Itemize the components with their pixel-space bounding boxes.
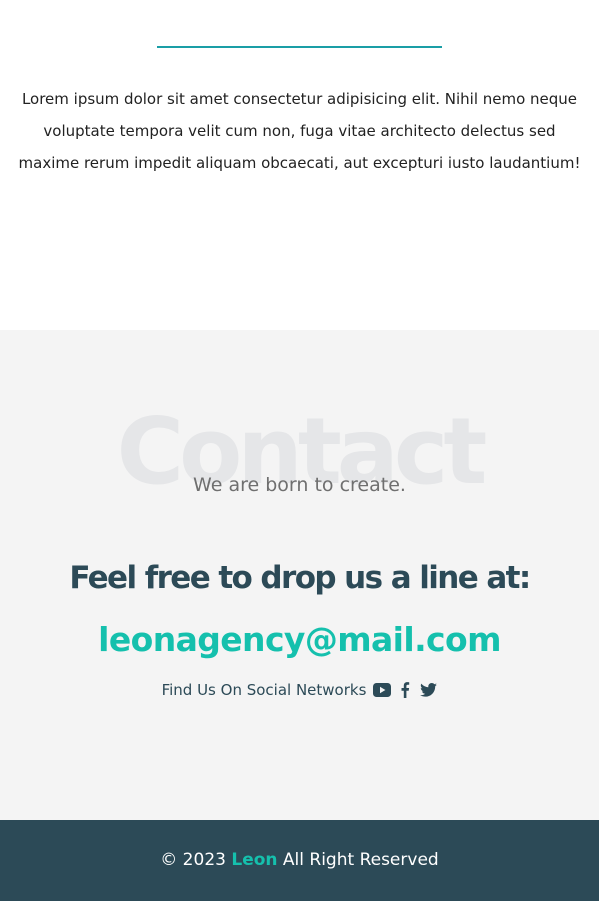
contact-tagline: We are born to create. xyxy=(193,474,406,496)
youtube-icon[interactable] xyxy=(373,681,392,699)
about-text: Lorem ipsum dolor sit amet consectetur a… xyxy=(18,90,581,172)
footer-copyright: © 2023 xyxy=(160,850,226,870)
social-label: Find Us On Social Networks xyxy=(161,681,367,699)
contact-email-link[interactable]: leonagency@mail.com xyxy=(0,618,599,662)
about-section: Lorem ipsum dolor sit amet consectetur a… xyxy=(0,0,599,330)
social-networks: Find Us On Social Networks xyxy=(0,680,599,700)
contact-section: Contact We are born to create. Feel free… xyxy=(0,330,599,820)
facebook-icon[interactable] xyxy=(396,681,414,699)
site-footer: © 2023 Leon All Right Reserved xyxy=(0,820,599,901)
footer-brand-link[interactable]: Leon xyxy=(231,850,277,870)
footer-rights: All Right Reserved xyxy=(282,850,439,870)
twitter-icon[interactable] xyxy=(419,681,437,699)
contact-headline: Feel free to drop us a line at: xyxy=(69,560,531,596)
section-divider xyxy=(157,46,442,48)
